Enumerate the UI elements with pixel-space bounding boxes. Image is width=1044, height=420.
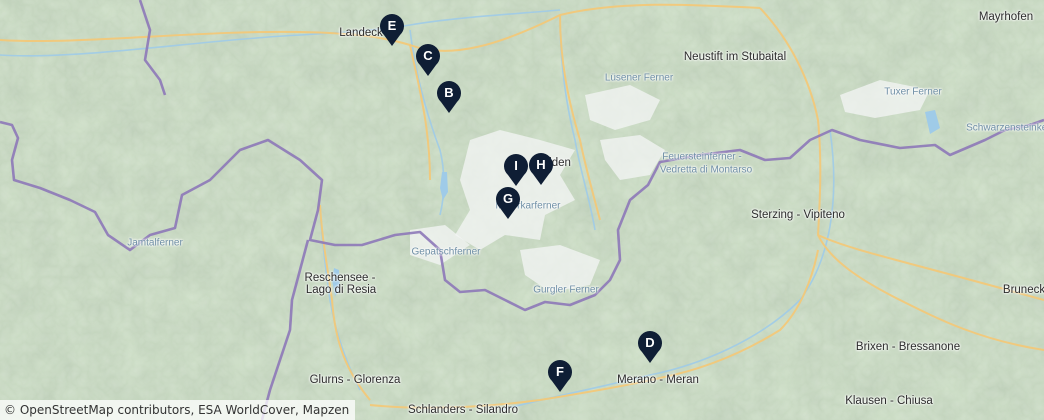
place-label-mayrhofen: Mayrhofen [978,11,1034,23]
place-label-merano: Merano - Meran [617,374,699,386]
marker-label: D [645,335,655,350]
map-view[interactable]: Landeck Mayrhofen Neustift im Stubaital … [0,0,1044,420]
map-marker-g[interactable]: G [495,186,521,220]
place-label-sterzing: Sterzing - Vipiteno [751,209,845,221]
map-marker-c[interactable]: C [415,43,441,77]
map-marker-b[interactable]: B [436,80,462,114]
marker-label: E [387,18,397,33]
map-marker-d[interactable]: D [637,330,663,364]
place-label-feuersteinferner: Feuersteinferner - [662,151,742,163]
place-label-glurns: Glurns - Glorenza [309,374,401,386]
place-label-neustift: Neustift im Stubaital [683,51,787,63]
marker-label: I [514,158,518,173]
marker-label: C [423,48,433,63]
marker-label: F [556,364,564,379]
map-attribution[interactable]: © OpenStreetMap contributors, ESA WorldC… [0,400,356,420]
map-marker-h[interactable]: H [528,152,554,186]
map-marker-f[interactable]: F [547,359,573,393]
place-label-landeck: Landeck [339,27,383,39]
map-marker-e[interactable]: E [379,13,405,47]
marker-label: G [502,191,514,206]
place-label-bruneck: Bruneck [1002,284,1044,296]
map-marker-i[interactable]: I [503,153,529,187]
place-label-gepatschferner: Gepatschferner [411,246,481,258]
place-label-reschensee: Reschensee - [304,272,376,284]
place-label-klausen: Klausen - Chiusa [845,395,933,407]
place-label-luesener-ferner: Lüsener Ferner [604,72,674,84]
place-label-brixen: Brixen - Bressanone [855,341,961,353]
place-label-schlanders: Schlanders - Silandro [408,404,518,416]
place-label-gurgler-ferner: Gurgler Ferner [533,284,599,296]
place-label-schwarzensteinkees: Schwarzensteinkees [966,122,1044,134]
place-label-lago-di-resia: Lago di Resia [305,284,377,296]
place-label-vedretta-di-montarso: Vedretta di Montarso [659,164,753,176]
marker-label: H [536,157,546,172]
place-label-tuxer-ferner: Tuxer Ferner [884,86,942,98]
marker-label: B [444,85,454,100]
place-label-jamtalferner: Jamtalferner [127,237,183,249]
